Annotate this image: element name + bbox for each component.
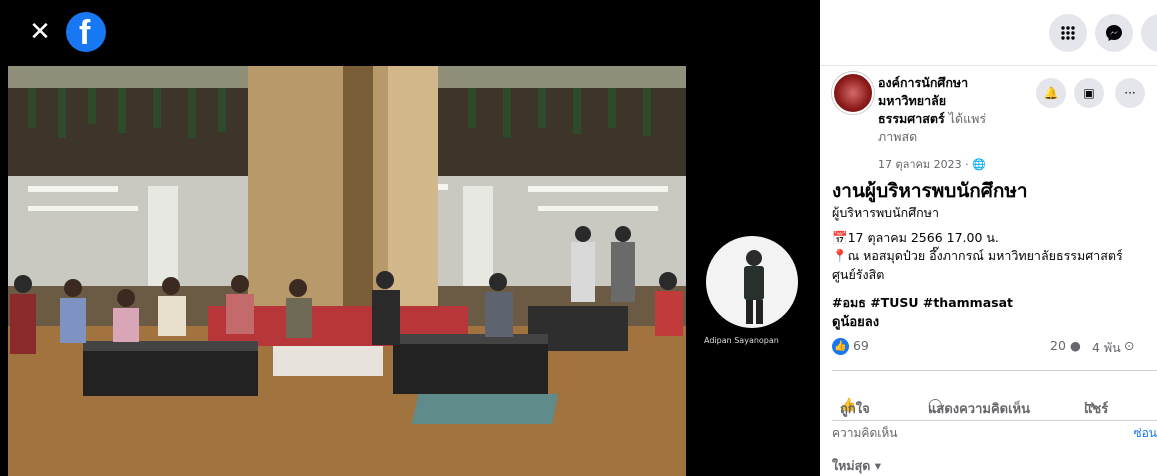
sort-dropdown[interactable]: ใหม่สุด ▾	[832, 456, 881, 476]
like-reaction-icon[interactable]: 👍	[832, 338, 849, 355]
video-scene	[8, 66, 686, 476]
pin-icon: 📍	[832, 248, 848, 263]
views-count: 4 พัน	[1092, 340, 1121, 355]
hashtags[interactable]: #อมธ #TUSU #thammasat	[832, 293, 1013, 313]
detail-date-line: 📅17 ตุลาคม 2566 17.00 น.	[832, 228, 999, 248]
bell-icon[interactable]: 🔔	[1036, 78, 1066, 108]
globe-icon: 🌐	[972, 158, 986, 171]
shared-text-2: ภาพสด	[878, 129, 918, 144]
hide-comments-link[interactable]: ซ่อน	[1133, 424, 1157, 443]
eye-icon: ⊙	[1124, 338, 1135, 353]
more-options-icon[interactable]: ···	[1115, 78, 1145, 108]
comments-heading: ความคิดเห็น	[832, 426, 898, 440]
close-button[interactable]: ✕	[26, 18, 54, 46]
messenger-icon[interactable]	[1095, 14, 1133, 52]
grid-menu-icon[interactable]	[1049, 14, 1087, 52]
post-subtitle: ผู้บริหารพบนักศึกษา	[832, 205, 939, 220]
reactions-count[interactable]: 69	[853, 338, 869, 353]
grid-menu-glyph	[1061, 26, 1075, 40]
facebook-logo-icon[interactable]: f	[66, 12, 106, 52]
facebook-logo-glyph: f	[79, 14, 91, 52]
see-less-link[interactable]: ดูน้อยลง	[832, 311, 879, 332]
post-date[interactable]: 17 ตุลาคม 2023 · 🌐	[878, 155, 986, 173]
comments-header: ความคิดเห็น ซ่อน	[832, 424, 1157, 443]
like-label: ถูกใจ	[840, 402, 870, 417]
page-name-line3[interactable]: ธรรมศาสตร์	[878, 111, 945, 126]
shared-text: ได้แพร่	[944, 111, 987, 126]
presenter-name: Adipan Sayanopan	[704, 336, 779, 345]
sort-label: ใหม่สุด	[832, 458, 871, 473]
presenter-avatar	[706, 236, 798, 328]
live-video-frame[interactable]	[8, 66, 686, 476]
chevron-down-icon: ▾	[874, 458, 881, 473]
detail-place-2: ศูนย์รังสิต	[832, 267, 885, 282]
save-icon[interactable]: ▣	[1074, 78, 1104, 108]
calendar-icon: 📅	[832, 230, 848, 245]
notifications-icon[interactable]	[1141, 14, 1157, 52]
reaction-stats: 👍 69 20 ● 4 พัน ⊙	[832, 338, 1152, 358]
detail-place-line: 📍ณ หอสมุดป๋วย อึ๊งภากรณ์ มหาวิทยาลัยธรรม…	[832, 246, 1123, 266]
divider-bottom	[832, 420, 1157, 421]
post-title: งานผู้บริหารพบนักศึกษา	[832, 180, 1028, 202]
topbar	[820, 0, 1157, 66]
page-name-line1[interactable]: องค์การนักศึกษา	[878, 75, 968, 90]
messenger-glyph	[1106, 25, 1122, 41]
post-date-text: 17 ตุลาคม 2023 ·	[878, 158, 973, 171]
comments-count[interactable]: 20	[1050, 338, 1066, 353]
post-panel: องค์การนักศึกษา มหาวิทยาลัย ธรรมศาสตร์ ไ…	[820, 0, 1157, 476]
media-viewer: ✕ f Adipan Sayanopan	[0, 0, 820, 476]
detail-date: 17 ตุลาคม 2566 17.00 น.	[847, 230, 999, 245]
page-name-line2[interactable]: มหาวิทยาลัย	[878, 93, 946, 108]
page-avatar[interactable]	[832, 72, 874, 114]
divider-top	[832, 370, 1157, 371]
detail-place: ณ หอสมุดป๋วย อึ๊งภากรณ์ มหาวิทยาลัยธรรมศ…	[847, 248, 1123, 263]
share-label: แชร์	[1084, 402, 1109, 417]
comment-label: แสดงความคิดเห็น	[928, 402, 1031, 417]
page-name-block: องค์การนักศึกษา มหาวิทยาลัย ธรรมศาสตร์ ไ…	[878, 74, 1028, 146]
presenter-figure	[744, 250, 764, 324]
comment-bubble-icon: ●	[1070, 338, 1081, 353]
